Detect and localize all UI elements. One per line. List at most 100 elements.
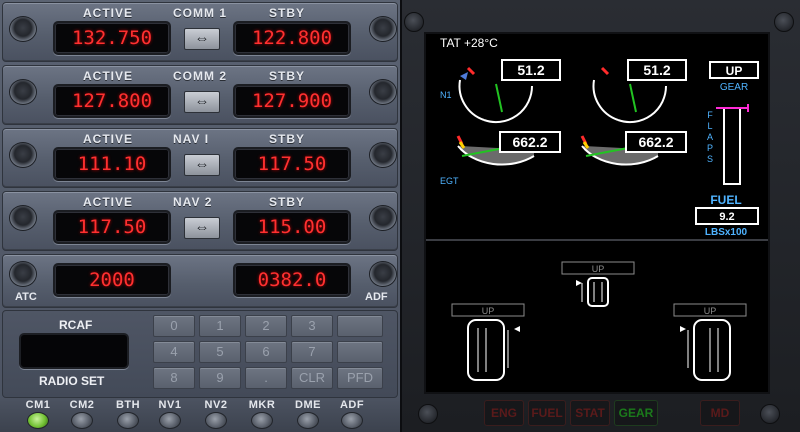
eicas-page-tabs: ENG FUEL STAT GEAR MD	[402, 398, 800, 432]
keypad-key-7[interactable]: 7	[291, 341, 333, 363]
keypad-key-5[interactable]: 5	[199, 341, 241, 363]
keypad-key-8[interactable]: 8	[153, 367, 195, 389]
fuel-unit: LBSx100	[705, 227, 748, 238]
keypad-key-6[interactable]: 6	[245, 341, 287, 363]
radio-set-label: RADIO SET	[39, 374, 105, 388]
selector-cm1[interactable]: CM1	[18, 398, 58, 432]
n1-right-value: 51.2	[643, 62, 670, 78]
nose-gear-diagram: UP	[561, 261, 635, 307]
keypad-key-0[interactable]: 0	[153, 315, 195, 337]
nav2-standby-frequency[interactable]: 115.00	[233, 210, 351, 244]
selector-switch-icon	[251, 412, 273, 429]
keypad-key-4[interactable]: 4	[153, 341, 195, 363]
n1-left-gauge: 51.2	[458, 59, 561, 123]
nav1-title: NAV I	[173, 132, 210, 146]
tab-fuel[interactable]: FUEL	[528, 400, 566, 426]
fuel-value: 9.2	[719, 211, 734, 223]
comm2-swap-button[interactable]: ⇔	[184, 91, 220, 113]
left-gear-status: UP	[482, 306, 495, 316]
nav2-right-knob[interactable]	[369, 205, 397, 231]
bezel-screw-icon	[774, 12, 794, 32]
atc-transponder-code[interactable]: 2000	[53, 263, 171, 297]
selector-switch-icon	[205, 412, 227, 429]
radio-set-title: RCAF	[59, 318, 93, 332]
nav1-left-knob[interactable]	[9, 142, 37, 168]
comm2-active-frequency[interactable]: 127.800	[53, 84, 171, 118]
egt-right-value: 662.2	[638, 134, 673, 150]
nav1-right-knob[interactable]	[369, 142, 397, 168]
fuel-label: FUEL	[710, 193, 741, 207]
nav1-swap-button[interactable]: ⇔	[184, 154, 220, 176]
comm1-active-frequency[interactable]: 132.750	[53, 21, 171, 55]
tab-stat[interactable]: STAT	[570, 400, 610, 426]
adf-frequency[interactable]: 0382.0	[233, 263, 351, 297]
comm1-radio-panel: ACTIVE COMM 1 STBY 132.750 ⇔ 122.800	[2, 2, 398, 62]
keypad-key-9[interactable]: 9	[199, 367, 241, 389]
egt-right-gauge: 662.2	[580, 131, 687, 166]
radio-stack-panel: ACTIVE COMM 1 STBY 132.750 ⇔ 122.800 ACT…	[0, 0, 400, 432]
n1-left-value: 51.2	[517, 62, 544, 78]
selector-dme[interactable]: DME	[288, 398, 328, 432]
selector-label: CM1	[25, 399, 51, 411]
selector-nv2[interactable]: NV2	[196, 398, 236, 432]
tab-gear[interactable]: GEAR	[614, 400, 658, 426]
selector-label: ADF	[339, 399, 365, 411]
tat-readout: TAT +28°C	[440, 36, 498, 50]
selector-label: DME	[295, 399, 321, 411]
selector-nv1[interactable]: NV1	[150, 398, 190, 432]
tab-eng[interactable]: ENG	[484, 400, 524, 426]
selector-switch-icon	[117, 412, 139, 429]
comm2-right-knob[interactable]	[369, 79, 397, 105]
swap-arrows-icon: ⇔	[194, 93, 210, 110]
selector-adf[interactable]: ADF	[332, 398, 372, 432]
keypad-key-decimal[interactable]: .	[245, 367, 287, 389]
right-main-gear-diagram: UP	[673, 303, 747, 381]
nav2-left-knob[interactable]	[9, 205, 37, 231]
nav1-standby-frequency[interactable]: 117.50	[233, 147, 351, 181]
atc-knob[interactable]	[9, 261, 37, 287]
keypad-key-blank-1[interactable]	[337, 315, 383, 337]
comm1-right-knob[interactable]	[369, 16, 397, 42]
selector-label: CM2	[69, 399, 95, 411]
nav1-active-label: ACTIVE	[83, 132, 134, 146]
audio-selector-bar: CM1 CM2 BTH NV1 NV2 MKR DME ADF	[0, 398, 400, 432]
selector-switch-icon	[159, 412, 181, 429]
comm1-standby-frequency[interactable]: 122.800	[233, 21, 351, 55]
comm1-swap-button[interactable]: ⇔	[184, 28, 220, 50]
n1-left-needle	[495, 83, 503, 113]
comm2-title: COMM 2	[173, 69, 227, 83]
keypad-key-pfd[interactable]: PFD	[337, 367, 383, 389]
nav2-standby-label: STBY	[269, 195, 306, 209]
comm2-left-knob[interactable]	[9, 79, 37, 105]
nav2-active-frequency[interactable]: 117.50	[53, 210, 171, 244]
nav2-swap-button[interactable]: ⇔	[184, 217, 220, 239]
selector-switch-icon	[71, 412, 93, 429]
nav2-title: NAV 2	[173, 195, 213, 209]
adf-knob[interactable]	[369, 261, 397, 287]
gear-status-value: UP	[726, 64, 743, 78]
tab-md[interactable]: MD	[700, 400, 740, 426]
nav2-active-label: ACTIVE	[83, 195, 134, 209]
bezel-screw-icon	[404, 12, 424, 32]
keypad-key-clear[interactable]: CLR	[291, 367, 333, 389]
comm1-standby-label: STBY	[269, 6, 306, 20]
nose-gear-status: UP	[592, 264, 605, 274]
comm2-radio-panel: ACTIVE COMM 2 STBY 127.800 ⇔ 127.900	[2, 65, 398, 125]
egt-left-value: 662.2	[512, 134, 547, 150]
comm2-active-label: ACTIVE	[83, 69, 134, 83]
selector-label: NV1	[158, 399, 182, 411]
comm1-left-knob[interactable]	[9, 16, 37, 42]
selector-cm2[interactable]: CM2	[62, 398, 102, 432]
keypad-key-blank-2[interactable]	[337, 341, 383, 363]
keypad-key-2[interactable]: 2	[245, 315, 287, 337]
comm2-standby-frequency[interactable]: 127.900	[233, 84, 351, 118]
keypad-key-1[interactable]: 1	[199, 315, 241, 337]
selector-bth[interactable]: BTH	[108, 398, 148, 432]
right-gear-status: UP	[704, 306, 717, 316]
atc-adf-panel: 2000 0382.0 ATC ADF	[2, 254, 398, 308]
selector-switch-icon	[27, 412, 49, 429]
keypad-key-3[interactable]: 3	[291, 315, 333, 337]
nav1-active-frequency[interactable]: 111.10	[53, 147, 171, 181]
selector-mkr[interactable]: MKR	[242, 398, 282, 432]
n1-right-needle	[629, 83, 637, 113]
